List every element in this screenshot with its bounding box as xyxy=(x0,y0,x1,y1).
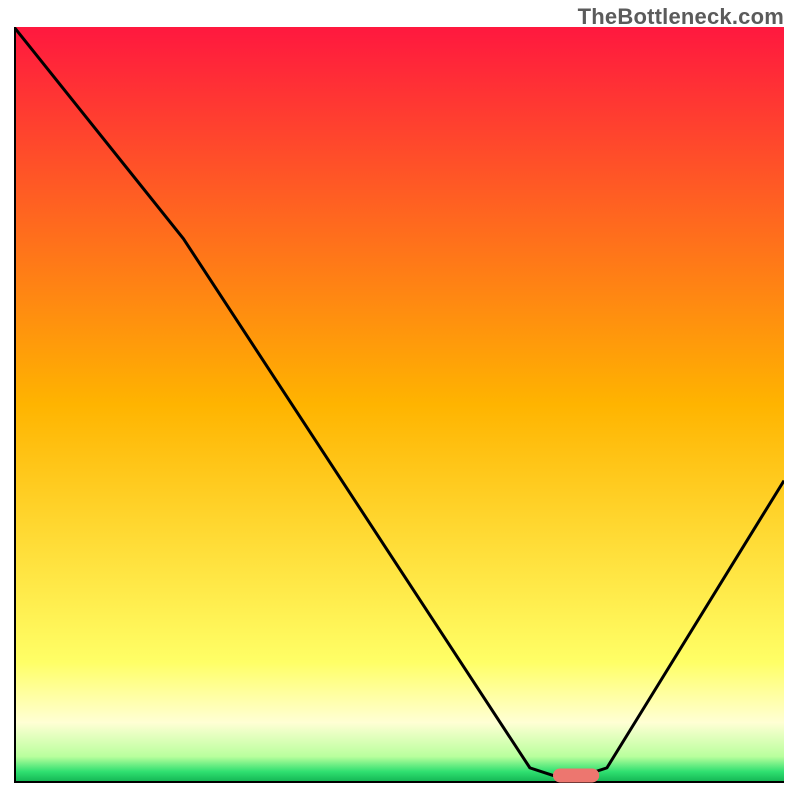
chart-frame xyxy=(14,27,784,783)
optimal-marker xyxy=(553,768,599,782)
bottleneck-chart xyxy=(14,27,784,783)
